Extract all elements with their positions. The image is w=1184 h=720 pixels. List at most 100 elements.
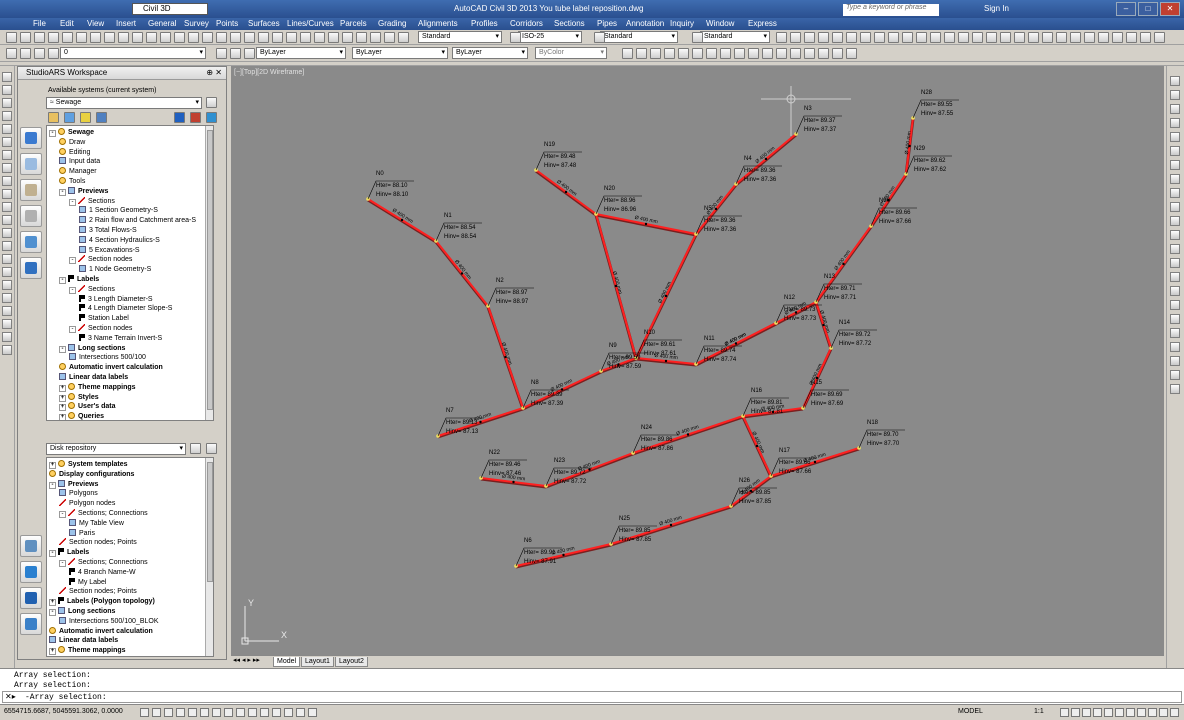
modify-tool-icon[interactable] — [1170, 76, 1180, 86]
status-tray-icon[interactable] — [1082, 708, 1091, 717]
modify-tool-icon[interactable] — [1170, 104, 1180, 114]
modify-tool-icon[interactable] — [1170, 356, 1180, 366]
status-tray-icon[interactable] — [1093, 708, 1102, 717]
tree-node[interactable]: Polygon nodes — [59, 499, 115, 509]
toolbar-icon[interactable] — [286, 32, 297, 43]
status-toggle-icon[interactable] — [260, 708, 269, 717]
tree-node[interactable]: 2 Rain flow and Catchment area-S — [79, 216, 196, 226]
status-toggle-icon[interactable] — [308, 708, 317, 717]
toolbar-icon[interactable] — [776, 48, 787, 59]
menu-lines-curves[interactable]: Lines/Curves — [287, 19, 334, 28]
modify-tool-icon[interactable] — [1170, 146, 1180, 156]
toolbar-icon[interactable] — [216, 32, 227, 43]
menu-edit[interactable]: Edit — [60, 19, 74, 28]
draw-tool-icon[interactable] — [2, 137, 12, 147]
tree-node[interactable]: + Theme mappings — [49, 646, 126, 656]
menu-surfaces[interactable]: Surfaces — [248, 19, 280, 28]
tree-node[interactable]: + Labels (Polygon topology) — [49, 597, 155, 607]
tree-node[interactable]: - Sections — [69, 284, 115, 295]
status-tray-icon[interactable] — [1148, 708, 1157, 717]
repo-combo[interactable]: Disk repository — [46, 443, 186, 455]
command-input[interactable]: ✕▸ -Array selection: — [2, 691, 1182, 703]
menu-points[interactable]: Points — [216, 19, 238, 28]
draw-tool-icon[interactable] — [2, 176, 12, 186]
menu-insert[interactable]: Insert — [116, 19, 136, 28]
drawing-canvas[interactable]: [−][Top][2D Wireframe] Ø 400 mm Ø 400 mm Ø… — [231, 66, 1164, 656]
toolbar-icon[interactable] — [860, 32, 871, 43]
toolbar-icon[interactable] — [244, 48, 255, 59]
tree-node[interactable]: Section nodes; Points — [59, 587, 137, 597]
menu-pipes[interactable]: Pipes — [597, 19, 617, 28]
toolbar-icon[interactable] — [888, 32, 899, 43]
toolbar-icon[interactable] — [692, 32, 703, 43]
toolbar-icon[interactable] — [230, 48, 241, 59]
dim-style-combo[interactable]: ISO-25 — [518, 31, 582, 43]
toolbar-icon[interactable] — [1028, 32, 1039, 43]
status-toggle-icon[interactable] — [176, 708, 185, 717]
panel-tool-icon[interactable] — [206, 112, 217, 123]
toolbar-icon[interactable] — [174, 32, 185, 43]
search-input[interactable]: Type a keyword or phrase — [843, 4, 939, 16]
tree-node[interactable]: 3 Name Terrain Invert-S — [79, 333, 162, 344]
menu-grading[interactable]: Grading — [378, 19, 406, 28]
tree-node[interactable]: Tools — [59, 177, 85, 187]
tree-node[interactable]: - Previews — [59, 186, 108, 197]
toolbar-icon[interactable] — [6, 32, 17, 43]
draw-tool-icon[interactable] — [2, 306, 12, 316]
refresh-icon[interactable] — [190, 443, 201, 454]
status-toggle-icon[interactable] — [296, 708, 305, 717]
expand-icon[interactable]: - — [49, 481, 56, 489]
toolbar-icon[interactable] — [986, 32, 997, 43]
tree-node[interactable]: - Sections; Connections — [59, 558, 148, 568]
expand-icon[interactable]: - — [59, 345, 66, 353]
menu-parcels[interactable]: Parcels — [340, 19, 367, 28]
toolbar-icon[interactable] — [650, 48, 661, 59]
toolbar-icon[interactable] — [916, 32, 927, 43]
expand-icon[interactable]: - — [59, 277, 66, 284]
toolbar-icon[interactable] — [832, 32, 843, 43]
tree-node[interactable]: Intersections 500/100 — [69, 353, 146, 363]
toolbar-icon[interactable] — [846, 48, 857, 59]
system-combo[interactable]: ≈ Sewage — [46, 97, 202, 109]
tree-node[interactable]: Polygons — [59, 489, 98, 499]
toolbar-icon[interactable] — [300, 32, 311, 43]
toolbar-icon[interactable] — [846, 32, 857, 43]
toolbar-icon[interactable] — [1140, 32, 1151, 43]
draw-tool-icon[interactable] — [2, 163, 12, 173]
text-style-combo[interactable]: Standard — [418, 31, 502, 43]
expand-icon[interactable]: - — [69, 198, 76, 206]
side-tool-button[interactable] — [20, 587, 42, 609]
toolbar-icon[interactable] — [1126, 32, 1137, 43]
tree-node[interactable]: Linear data labels — [59, 373, 128, 383]
table-style-combo[interactable]: Standard — [600, 31, 678, 43]
expand-icon[interactable]: - — [59, 511, 66, 518]
tree-node[interactable]: - Sewage — [49, 128, 94, 138]
tree-node[interactable]: Linear data labels — [49, 636, 118, 646]
toolbar-icon[interactable] — [118, 32, 129, 43]
tree-node[interactable]: Draw — [59, 137, 85, 148]
tree-node[interactable]: - Labels — [49, 548, 89, 558]
modify-tool-icon[interactable] — [1170, 244, 1180, 254]
side-tool-button[interactable] — [20, 561, 42, 583]
toolbar-icon[interactable] — [748, 48, 759, 59]
expand-icon[interactable]: + — [49, 462, 56, 469]
toolbar-icon[interactable] — [20, 32, 31, 43]
toolbar-icon[interactable] — [762, 48, 773, 59]
status-toggle-icon[interactable] — [284, 708, 293, 717]
tree-node[interactable]: Display configurations — [49, 469, 134, 480]
toolbar-icon[interactable] — [678, 48, 689, 59]
draw-tool-icon[interactable] — [2, 254, 12, 264]
status-tray-icon[interactable] — [1104, 708, 1113, 717]
expand-icon[interactable]: - — [49, 130, 56, 137]
status-tray-icon[interactable] — [1159, 708, 1168, 717]
status-toggle-icon[interactable] — [212, 708, 221, 717]
system-tree[interactable]: - Sewage Draw Editing Input data Manager Tools… — [46, 125, 214, 421]
toolbar-icon[interactable] — [314, 32, 325, 43]
toolbar-icon[interactable] — [1070, 32, 1081, 43]
toolbar-icon[interactable] — [230, 32, 241, 43]
toolbar-icon[interactable] — [902, 32, 913, 43]
toolbar-icon[interactable] — [1014, 32, 1025, 43]
draw-tool-icon[interactable] — [2, 228, 12, 238]
repo-scrollbar[interactable] — [205, 458, 213, 656]
expand-icon[interactable]: + — [59, 384, 66, 392]
